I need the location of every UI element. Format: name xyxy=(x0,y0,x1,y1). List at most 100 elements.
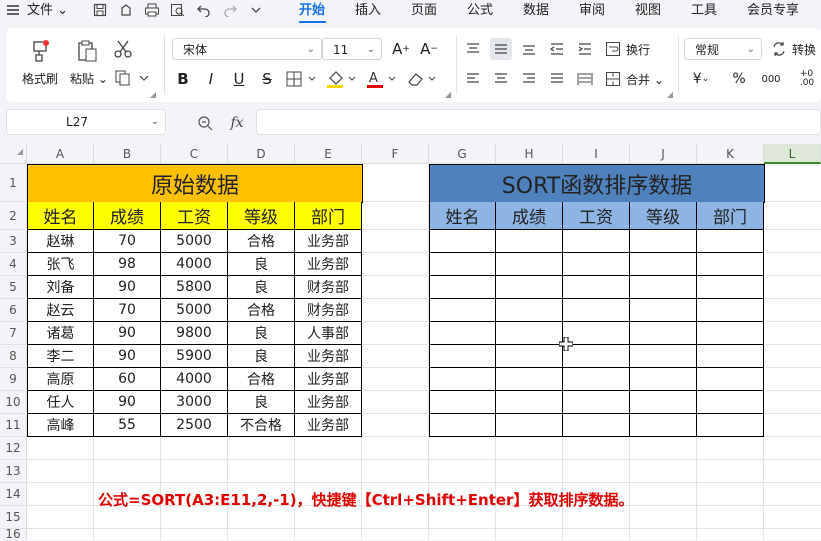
table-cell[interactable] xyxy=(429,391,496,414)
align-left-icon[interactable] xyxy=(462,68,484,90)
table-cell[interactable] xyxy=(496,414,563,437)
convert-icon[interactable] xyxy=(768,38,790,60)
table-cell[interactable]: 5800 xyxy=(161,276,228,299)
currency-icon[interactable]: ¥ ⌄ xyxy=(686,68,716,90)
table-cell[interactable] xyxy=(429,414,496,437)
row-header[interactable]: 8 xyxy=(0,345,27,368)
table-cell[interactable]: 李二 xyxy=(27,345,94,368)
merge-icon[interactable] xyxy=(602,68,624,90)
table-cell[interactable] xyxy=(563,299,630,322)
table-cell[interactable] xyxy=(429,322,496,345)
redo-icon[interactable] xyxy=(221,1,239,19)
table-cell[interactable] xyxy=(697,368,764,391)
table-cell[interactable] xyxy=(630,299,697,322)
tab-view[interactable]: 视图 xyxy=(635,2,661,20)
fill-color-icon[interactable] xyxy=(324,68,360,90)
tab-data[interactable]: 数据 xyxy=(523,2,549,20)
row-header[interactable]: 10 xyxy=(0,391,27,414)
align-bottom-icon[interactable] xyxy=(518,38,540,60)
decrease-font-icon[interactable]: A − xyxy=(418,38,440,60)
file-menu[interactable]: 文件 ⌄ xyxy=(27,2,68,20)
italic-icon[interactable]: I xyxy=(200,68,222,90)
table-cell[interactable] xyxy=(429,299,496,322)
wrap-text-icon[interactable] xyxy=(602,38,624,60)
table-cell[interactable] xyxy=(563,414,630,437)
table-cell[interactable] xyxy=(429,276,496,299)
table-cell[interactable]: 业务部 xyxy=(295,230,362,253)
tab-page[interactable]: 页面 xyxy=(411,2,437,20)
column-header[interactable]: J xyxy=(630,144,697,164)
table-cell[interactable]: 业务部 xyxy=(295,253,362,276)
row-header[interactable]: 13 xyxy=(0,460,27,483)
original-table-title[interactable]: 原始数据 xyxy=(27,164,363,203)
column-header[interactable]: B xyxy=(94,144,161,164)
table-cell[interactable] xyxy=(563,253,630,276)
number-format-select[interactable]: 常规 ⌄ xyxy=(684,38,762,60)
row-header[interactable]: 1 xyxy=(0,164,27,202)
table-cell[interactable] xyxy=(496,276,563,299)
export-icon[interactable] xyxy=(117,1,135,19)
table-cell[interactable]: 人事部 xyxy=(295,322,362,345)
column-header[interactable]: F xyxy=(362,144,429,164)
tab-formula[interactable]: 公式 xyxy=(467,2,493,20)
table-cell[interactable]: 90 xyxy=(94,345,161,368)
font-name-select[interactable]: 宋体 ⌄ xyxy=(172,38,322,60)
name-box[interactable]: L27 ⌄ xyxy=(6,109,166,135)
bold-icon[interactable]: B xyxy=(172,68,194,90)
underline-icon[interactable]: U xyxy=(228,68,250,90)
table-cell[interactable] xyxy=(496,299,563,322)
column-header-selected[interactable]: L xyxy=(764,144,821,164)
table-cell[interactable] xyxy=(563,276,630,299)
table-cell[interactable]: 90 xyxy=(94,276,161,299)
table-cell[interactable]: 赵琳 xyxy=(27,230,94,253)
column-header[interactable]: H xyxy=(496,144,563,164)
alignment-expand-icon[interactable]: ◢ xyxy=(666,90,674,99)
row-header[interactable]: 7 xyxy=(0,322,27,345)
fx-icon[interactable]: fx xyxy=(226,113,248,133)
table-cell[interactable]: 60 xyxy=(94,368,161,391)
table-cell[interactable]: 70 xyxy=(94,299,161,322)
table-cell[interactable]: 良 xyxy=(228,322,295,345)
table-cell[interactable]: 90 xyxy=(94,391,161,414)
align-right-icon[interactable] xyxy=(518,68,540,90)
table-cell[interactable]: 4000 xyxy=(161,253,228,276)
table-cell[interactable] xyxy=(697,345,764,368)
row-header[interactable]: 12 xyxy=(0,437,27,460)
table-cell[interactable]: 4000 xyxy=(161,368,228,391)
header-cell[interactable]: 工资 xyxy=(563,202,630,230)
table-cell[interactable] xyxy=(563,230,630,253)
format-painter-label[interactable]: 格式刷 xyxy=(22,70,58,87)
table-cell[interactable] xyxy=(429,230,496,253)
table-cell[interactable] xyxy=(630,368,697,391)
table-cell[interactable] xyxy=(697,414,764,437)
table-cell[interactable]: 合格 xyxy=(228,368,295,391)
header-cell[interactable]: 部门 xyxy=(697,202,764,230)
row-header[interactable]: 15 xyxy=(0,506,27,529)
tab-tools[interactable]: 工具 xyxy=(691,2,717,20)
row-header[interactable]: 11 xyxy=(0,414,27,437)
table-cell[interactable]: 良 xyxy=(228,345,295,368)
row-header[interactable]: 14 xyxy=(0,483,27,506)
table-cell[interactable] xyxy=(630,276,697,299)
border-icon[interactable] xyxy=(284,68,320,90)
table-cell[interactable]: 赵云 xyxy=(27,299,94,322)
header-cell[interactable]: 等级 xyxy=(228,202,295,230)
header-cell[interactable]: 工资 xyxy=(161,202,228,230)
table-cell[interactable]: 98 xyxy=(94,253,161,276)
justify-icon[interactable] xyxy=(546,68,568,90)
table-cell[interactable]: 5000 xyxy=(161,299,228,322)
table-cell[interactable]: 业务部 xyxy=(295,345,362,368)
decrease-indent-icon[interactable] xyxy=(546,38,568,60)
sorted-table-title[interactable]: SORT函数排序数据 xyxy=(429,164,765,203)
table-cell[interactable]: 不合格 xyxy=(228,414,295,437)
align-center-icon[interactable] xyxy=(490,68,512,90)
table-cell[interactable] xyxy=(697,299,764,322)
table-cell[interactable] xyxy=(429,345,496,368)
table-cell[interactable]: 9800 xyxy=(161,322,228,345)
chevron-down-icon[interactable] xyxy=(247,1,265,19)
table-cell[interactable]: 合格 xyxy=(228,230,295,253)
header-cell[interactable]: 等级 xyxy=(630,202,697,230)
table-cell[interactable]: 任人 xyxy=(27,391,94,414)
table-cell[interactable]: 财务部 xyxy=(295,276,362,299)
column-header[interactable]: E xyxy=(295,144,362,164)
